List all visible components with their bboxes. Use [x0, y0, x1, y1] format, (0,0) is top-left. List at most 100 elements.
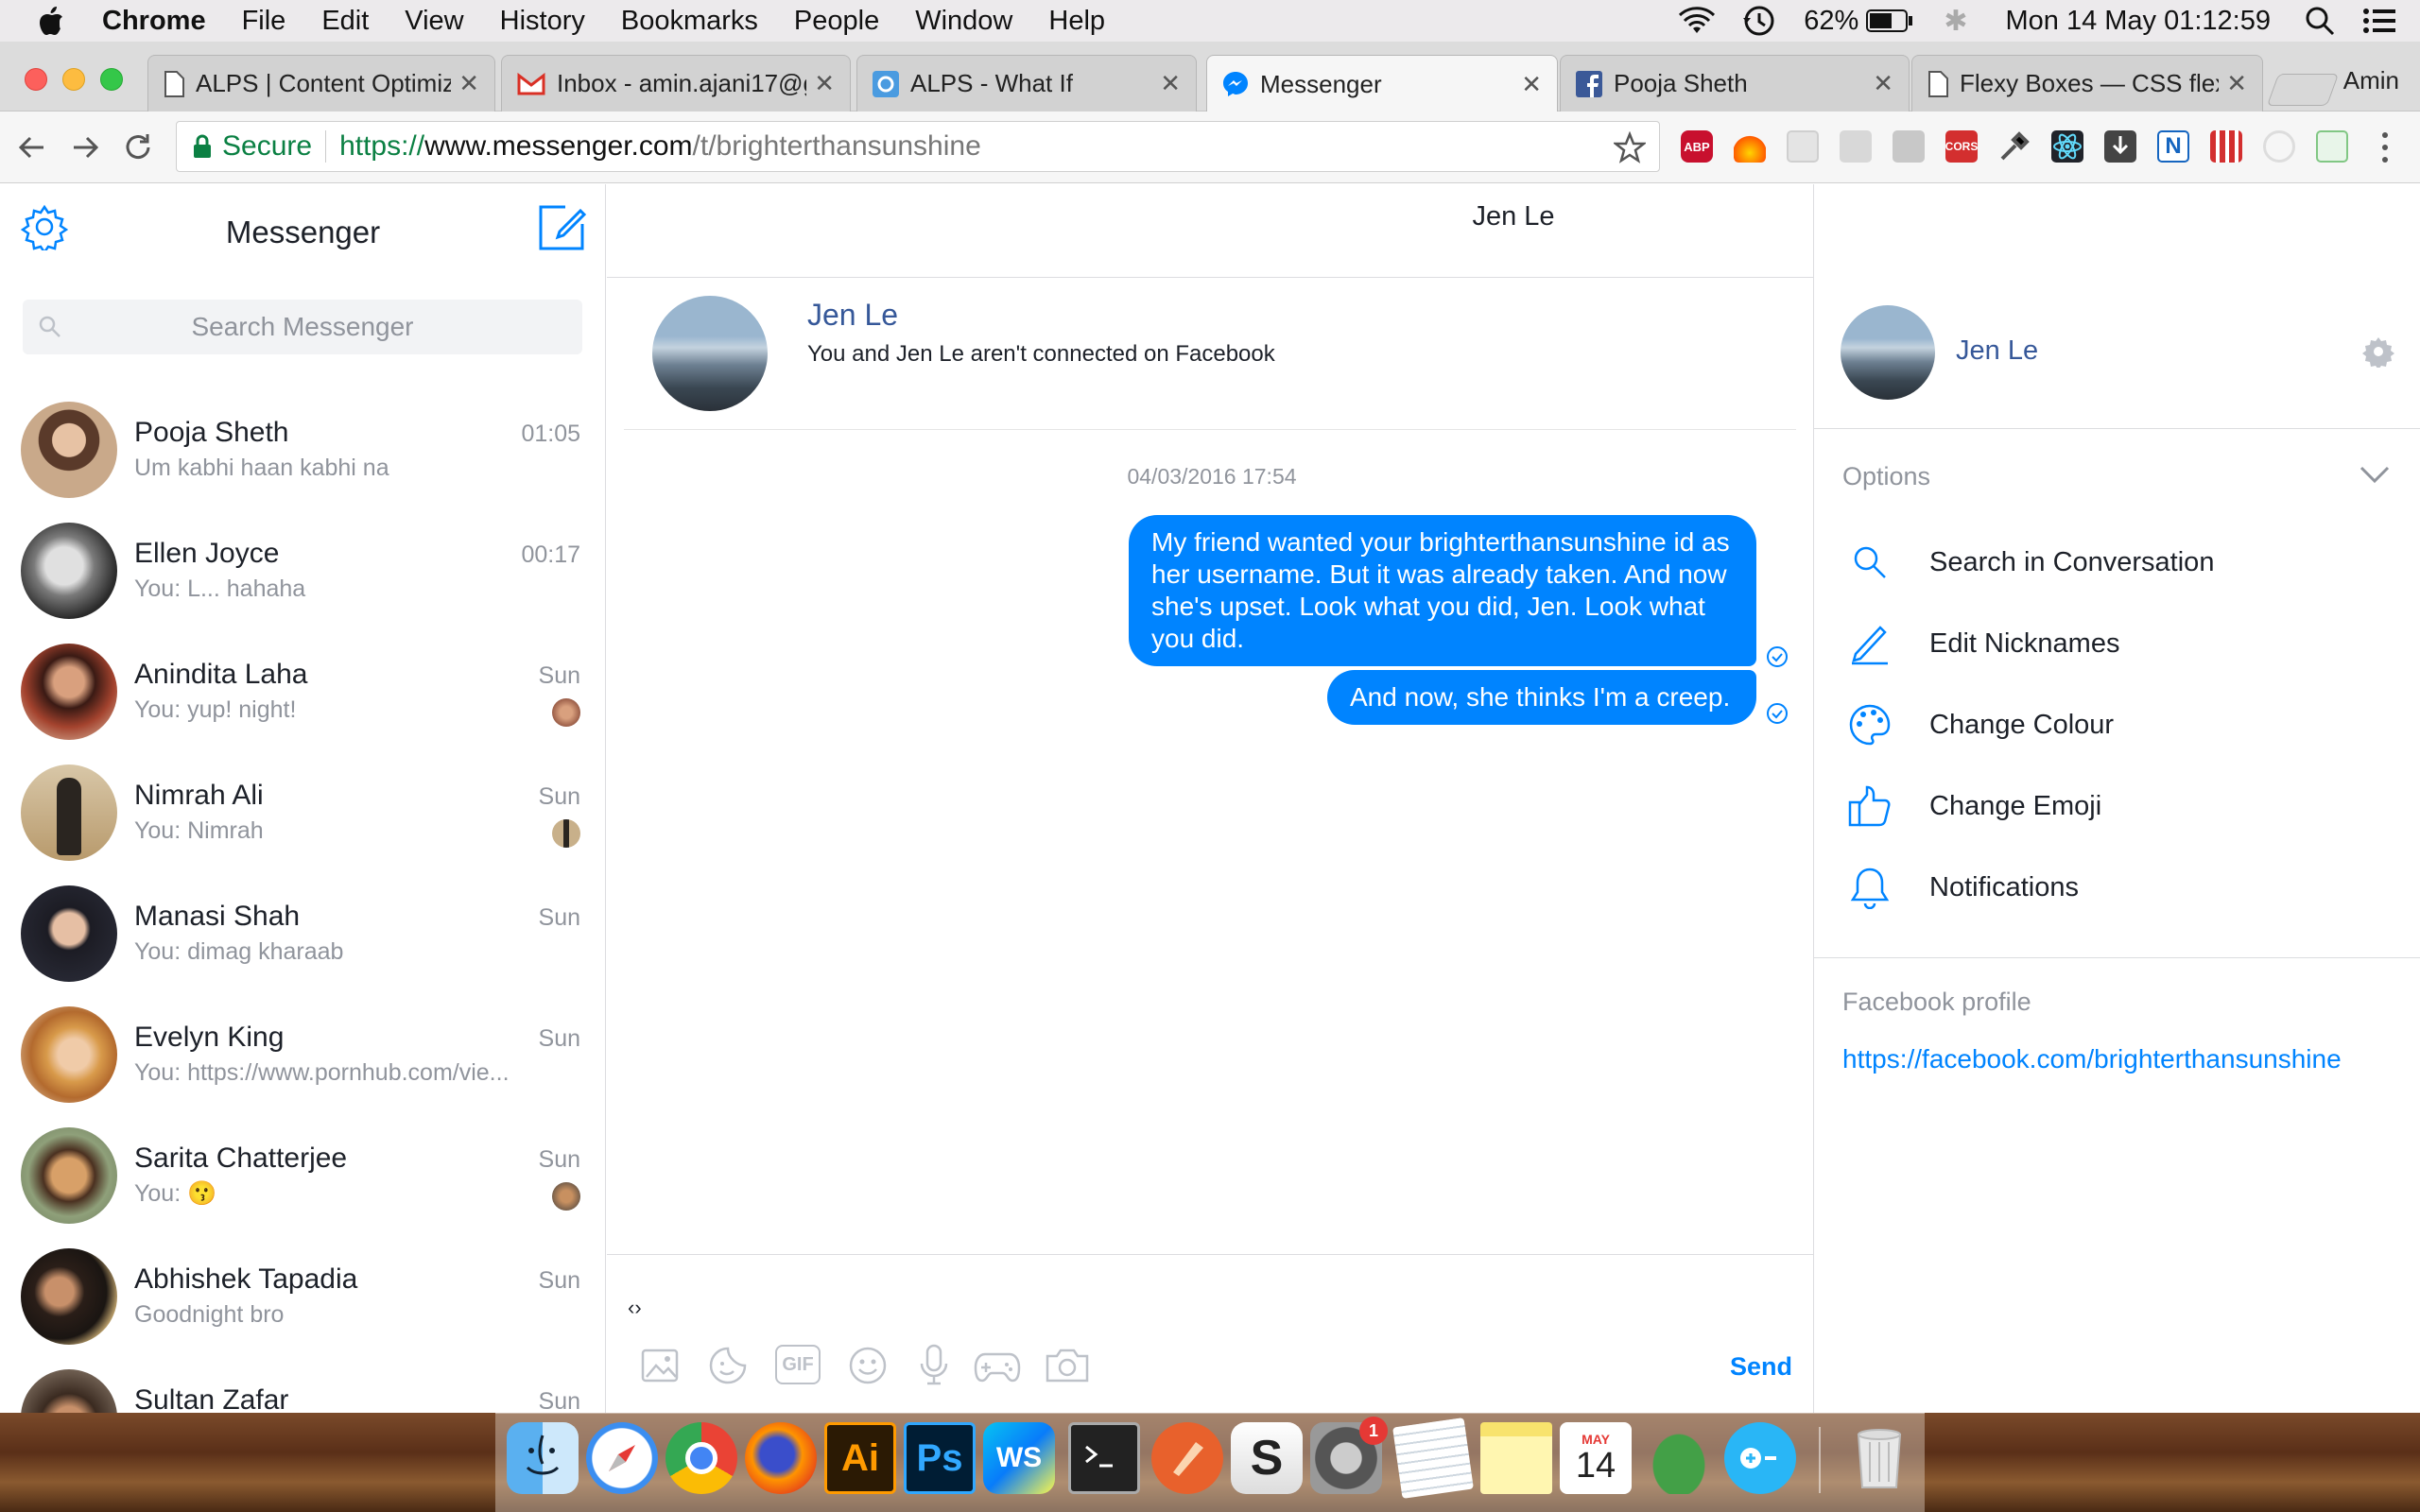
eyedropper-icon[interactable]: [1998, 130, 2031, 163]
menu-bookmarks[interactable]: Bookmarks: [621, 6, 758, 37]
spotlight-search-icon[interactable]: [2305, 6, 2335, 36]
sketch-s-icon[interactable]: S: [1231, 1422, 1303, 1494]
reload-icon[interactable]: [123, 132, 153, 163]
conversation-item[interactable]: Sultan Zafar Sun: [0, 1360, 605, 1413]
webstorm-icon[interactable]: WS: [983, 1422, 1055, 1494]
menu-window[interactable]: Window: [915, 6, 1012, 37]
conversation-item[interactable]: Sarita Chatterjee You: 😗 Sun: [0, 1118, 605, 1239]
microphone-icon[interactable]: [915, 1343, 953, 1386]
menu-file[interactable]: File: [242, 6, 286, 37]
emoji-icon[interactable]: [847, 1345, 889, 1386]
battery-icon[interactable]: [1866, 9, 1913, 33]
n-extension-icon[interactable]: N: [2157, 130, 2189, 163]
facebook-profile-link[interactable]: https://facebook.com/brighterthansunshin…: [1842, 1044, 2342, 1074]
option-edit-nicknames[interactable]: Edit Nicknames: [1846, 615, 2119, 672]
circle-extension-icon[interactable]: [2263, 130, 2295, 163]
close-icon[interactable]: ✕: [2226, 69, 2247, 98]
camera-icon[interactable]: [1044, 1347, 1091, 1384]
forward-arrow-icon[interactable]: [70, 132, 100, 163]
gif-button[interactable]: GIF: [775, 1345, 821, 1384]
close-icon[interactable]: ✕: [1160, 69, 1181, 98]
bookmark-star-icon[interactable]: [1614, 131, 1646, 163]
avatar[interactable]: [652, 296, 768, 411]
conversation-item[interactable]: Manasi Shah You: dimag kharaab Sun: [0, 876, 605, 997]
message-input[interactable]: ‹›: [628, 1296, 642, 1320]
menu-history[interactable]: History: [500, 6, 585, 37]
menu-people[interactable]: People: [794, 6, 879, 37]
green-extension-icon[interactable]: [2316, 130, 2348, 163]
menu-view[interactable]: View: [405, 6, 463, 37]
search-input[interactable]: Search Messenger: [23, 312, 582, 342]
close-icon[interactable]: ✕: [458, 69, 479, 98]
conversation-item[interactable]: Evelyn King You: https://www.pornhub.com…: [0, 997, 605, 1118]
option-notifications[interactable]: Notifications: [1846, 859, 2079, 916]
message-bubble[interactable]: My friend wanted your brighterthansunshi…: [1129, 515, 1756, 666]
menu-clock[interactable]: Mon 14 May 01:12:59: [2005, 6, 2271, 37]
illustrator-icon[interactable]: Ai: [824, 1422, 896, 1494]
compose-icon[interactable]: [537, 201, 588, 252]
window-zoom-button[interactable]: [100, 68, 123, 91]
bluetooth-icon[interactable]: ✱: [1944, 5, 1967, 38]
options-header[interactable]: Options: [1842, 462, 1930, 491]
app-menu-chrome[interactable]: Chrome: [102, 6, 206, 37]
tab-flexy-boxes[interactable]: Flexy Boxes — CSS flex ✕: [1911, 55, 2263, 112]
tab-gmail-inbox[interactable]: Inbox - amin.ajani17@g ✕: [501, 55, 851, 112]
time-machine-icon[interactable]: [1741, 5, 1775, 37]
wifi-icon[interactable]: [1677, 7, 1717, 35]
menu-edit[interactable]: Edit: [321, 6, 369, 37]
back-arrow-icon[interactable]: [17, 132, 47, 163]
details-settings-gear-icon[interactable]: [2362, 335, 2394, 368]
notification-center-icon[interactable]: [2363, 8, 2395, 34]
search-messenger-box[interactable]: Search Messenger: [23, 300, 582, 354]
image-upload-icon[interactable]: [639, 1345, 683, 1384]
intro-name[interactable]: Jen Le: [807, 298, 898, 333]
option-change-colour[interactable]: Change Colour: [1846, 696, 2114, 753]
clapper-extension-icon[interactable]: [2210, 130, 2242, 163]
send-button[interactable]: Send: [1730, 1352, 1792, 1382]
address-bar[interactable]: Secure https:// www.messenger.com /t/bri…: [176, 121, 1660, 172]
chrome-menu-icon[interactable]: [2378, 130, 2392, 164]
es-extension-icon[interactable]: [1840, 130, 1872, 163]
conversation-item[interactable]: Abhishek Tapadia Goodnight bro Sun: [0, 1239, 605, 1360]
grey-extension-icon[interactable]: [1787, 130, 1819, 163]
photoshop-icon[interactable]: Ps: [904, 1422, 976, 1494]
tab-pooja-sheth[interactable]: Pooja Sheth ✕: [1560, 55, 1910, 112]
trash-icon[interactable]: [1843, 1422, 1915, 1494]
notes-icon[interactable]: [1480, 1422, 1552, 1494]
tab-alps-content[interactable]: ALPS | Content Optimiz ✕: [147, 55, 495, 112]
react-devtools-icon[interactable]: [2051, 130, 2083, 163]
avatar[interactable]: [1841, 305, 1935, 400]
download-extension-icon[interactable]: [2104, 130, 2136, 163]
profile-name[interactable]: Amin: [2343, 66, 2399, 95]
chrome-icon[interactable]: [666, 1422, 737, 1494]
message-bubble[interactable]: And now, she thinks I'm a creep.: [1327, 670, 1756, 725]
turtle-app-icon[interactable]: [1643, 1422, 1715, 1494]
game-controller-icon[interactable]: [974, 1347, 1021, 1384]
cors-extension-icon[interactable]: CORS: [1945, 130, 1978, 163]
adblock-plus-icon[interactable]: ABP: [1681, 130, 1713, 163]
firefox-icon[interactable]: [745, 1422, 817, 1494]
apple-icon[interactable]: [38, 6, 64, 36]
close-icon[interactable]: ✕: [1873, 69, 1893, 98]
calendar-icon[interactable]: MAY 14: [1560, 1422, 1632, 1494]
conversation-item[interactable]: Nimrah Ali You: Nimrah Sun: [0, 755, 605, 876]
pen-tool-icon[interactable]: [1151, 1422, 1223, 1494]
terminal-icon[interactable]: [1068, 1422, 1140, 1494]
close-icon[interactable]: ✕: [814, 69, 835, 98]
option-search-in-conversation[interactable]: Search in Conversation: [1846, 534, 2214, 591]
chevron-down-icon[interactable]: [2359, 464, 2391, 485]
switch-app-icon[interactable]: [1724, 1422, 1796, 1494]
option-change-emoji[interactable]: Change Emoji: [1846, 778, 2101, 834]
safari-icon[interactable]: [586, 1422, 658, 1494]
sticker-icon[interactable]: [707, 1345, 751, 1386]
tab-messenger[interactable]: Messenger ✕: [1206, 55, 1558, 112]
tab-alps-what-if[interactable]: ALPS - What If ✕: [856, 55, 1197, 112]
flame-extension-icon[interactable]: [1734, 130, 1766, 163]
window-close-button[interactable]: [25, 68, 47, 91]
close-icon[interactable]: ✕: [1521, 70, 1542, 99]
sync-extension-icon[interactable]: [1893, 130, 1925, 163]
window-minimize-button[interactable]: [62, 68, 85, 91]
system-preferences-icon[interactable]: 1: [1310, 1417, 1388, 1494]
textedit-icon[interactable]: [1392, 1418, 1474, 1499]
conversation-item[interactable]: Anindita Laha You: yup! night! Sun: [0, 634, 605, 755]
